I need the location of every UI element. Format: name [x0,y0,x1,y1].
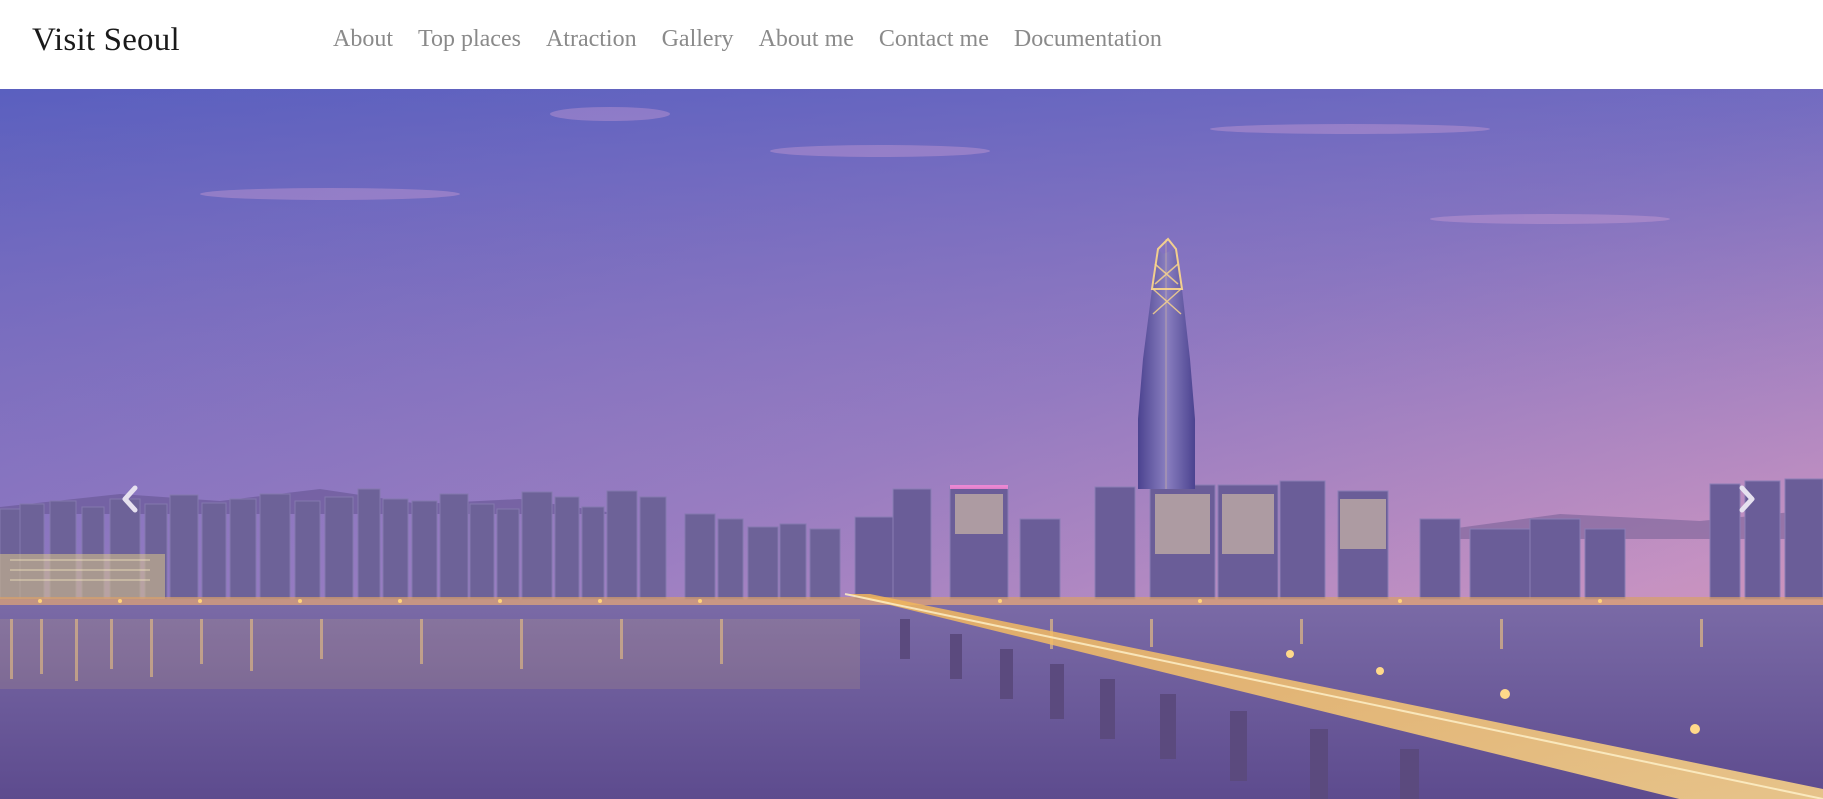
main-nav: About Top places Atraction Gallery About… [333,26,1187,53]
nav-about[interactable]: About [333,26,393,53]
hero-carousel [0,89,1823,799]
seoul-skyline-image [0,89,1823,799]
nav-atraction[interactable]: Atraction [546,26,637,53]
nav-gallery[interactable]: Gallery [662,26,734,53]
carousel-prev-button[interactable] [110,479,150,519]
top-navbar: Visit Seoul About Top places Atraction G… [0,0,1823,89]
chevron-left-icon [122,485,138,513]
chevron-right-icon [1739,485,1755,513]
nav-documentation[interactable]: Documentation [1014,26,1162,53]
nav-contact-me[interactable]: Contact me [879,26,989,53]
nav-about-me[interactable]: About me [759,26,854,53]
brand-logo[interactable]: Visit Seoul [32,22,180,59]
nav-top-places[interactable]: Top places [418,26,521,53]
carousel-next-button[interactable] [1727,479,1767,519]
